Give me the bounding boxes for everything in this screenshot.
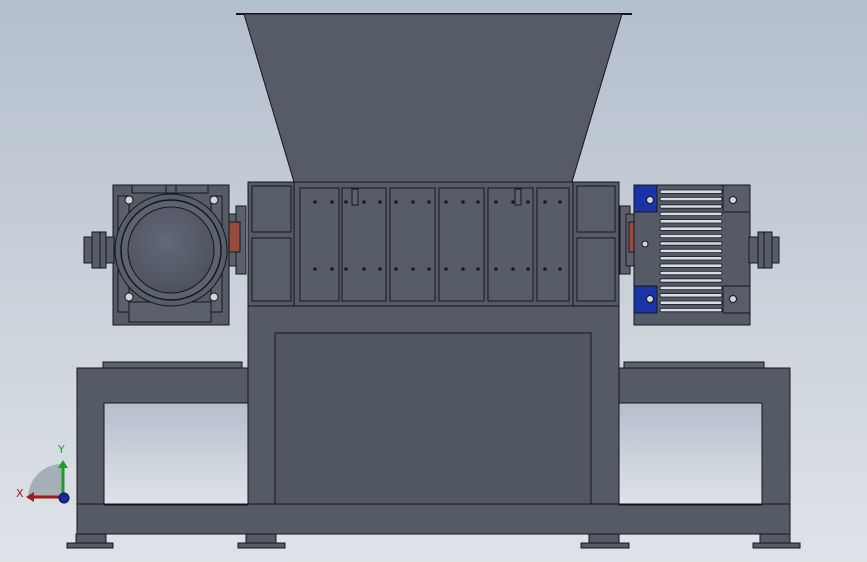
bolt-hole — [511, 267, 515, 271]
cooling-fin — [659, 241, 723, 246]
cooling-fins — [659, 189, 723, 313]
bolt-hole — [394, 200, 398, 204]
left-motor-end-cap[interactable] — [114, 193, 228, 307]
cooling-fin — [659, 263, 723, 268]
bolt-hole — [526, 200, 530, 204]
cad-viewport[interactable]: X Y — [0, 0, 867, 562]
cooling-fin — [659, 219, 723, 224]
bolt-hole — [543, 267, 547, 271]
bolt-hole — [494, 267, 498, 271]
bolt-hole — [427, 267, 431, 271]
cooling-fin — [659, 293, 723, 298]
cooling-fin — [659, 270, 723, 276]
bolt-hole — [444, 200, 448, 204]
bolt-hole — [427, 200, 431, 204]
left-input-shaft[interactable] — [83, 231, 115, 269]
cooling-fin — [659, 189, 723, 194]
bolt-hole — [344, 267, 348, 271]
bolt-hole — [330, 200, 334, 204]
bolt-hole — [543, 200, 547, 204]
bolt-hole — [362, 200, 366, 204]
bolt-hole — [461, 200, 465, 204]
bolt-hole — [476, 200, 480, 204]
bolt-hole — [558, 200, 562, 204]
bolt-hole — [476, 267, 480, 271]
cutting-chamber[interactable] — [247, 181, 620, 307]
triad-x-label: X — [16, 487, 24, 500]
shredder-hopper[interactable] — [236, 13, 632, 183]
bolt-hole — [558, 267, 562, 271]
cooling-fin — [659, 300, 723, 305]
bolt-hole — [362, 267, 366, 271]
bolt-hole — [394, 267, 398, 271]
bolt-hole — [313, 200, 317, 204]
cooling-fin — [659, 196, 723, 202]
cooling-fin — [659, 307, 723, 313]
cooling-fin — [659, 278, 723, 283]
triad-y-label: Y — [58, 443, 65, 456]
cooling-fin — [659, 285, 723, 291]
bolt-hole — [411, 200, 415, 204]
bolt-hole — [378, 267, 382, 271]
bolt-hole — [461, 267, 465, 271]
right-output-shaft[interactable] — [748, 231, 780, 269]
cooling-fin — [659, 233, 723, 239]
bolt-hole — [444, 267, 448, 271]
cooling-fin — [659, 204, 723, 209]
bolt-hole — [344, 200, 348, 204]
bolt-hole — [330, 267, 334, 271]
cooling-fin — [659, 256, 723, 261]
bolt-hole — [494, 200, 498, 204]
cooling-fin — [659, 226, 723, 231]
bolt-hole — [411, 267, 415, 271]
cooling-fin — [659, 211, 723, 216]
bolt-hole — [511, 200, 515, 204]
bolt-hole — [378, 200, 382, 204]
cooling-fin — [659, 248, 723, 253]
bolt-hole — [526, 267, 530, 271]
bolt-hole — [313, 267, 317, 271]
